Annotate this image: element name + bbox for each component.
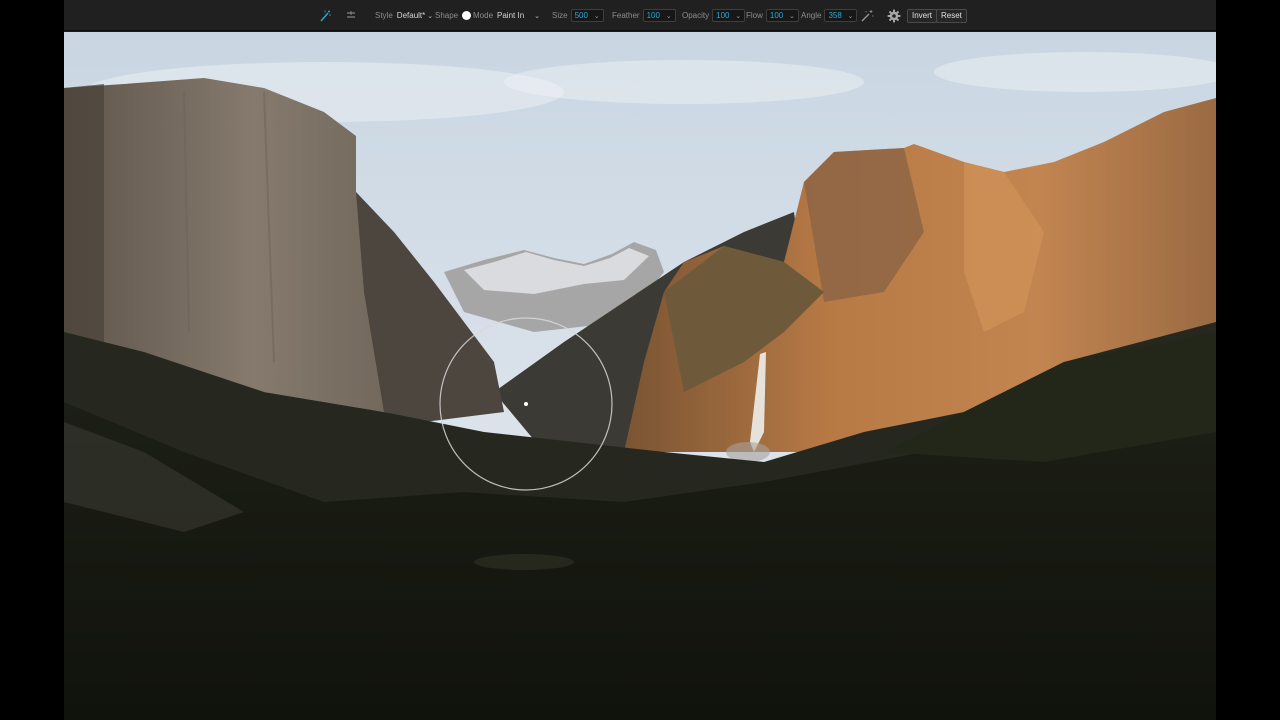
opacity-value: 100 bbox=[716, 11, 730, 20]
angle-value: 358 bbox=[828, 11, 842, 20]
chevron-down-icon: ⌄ bbox=[427, 12, 434, 20]
flow-label: Flow bbox=[746, 11, 763, 20]
chevron-down-icon[interactable]: ⌄ bbox=[735, 12, 741, 20]
brush-settings-button[interactable] bbox=[887, 0, 901, 31]
opacity-control: Opacity 100 ⌄ bbox=[682, 0, 746, 31]
chevron-down-icon: ⌄ bbox=[534, 12, 541, 20]
feather-label: Feather bbox=[612, 11, 640, 20]
invert-button[interactable]: Invert bbox=[907, 8, 938, 23]
feather-value: 100 bbox=[646, 11, 660, 20]
brush-toolbar: Style Default* ⌄ Shape Mode Paint In ⌄ S… bbox=[64, 0, 1216, 31]
flow-control: Flow 100 ⌄ bbox=[746, 0, 799, 31]
size-input[interactable]: 500 ⌄ bbox=[570, 9, 604, 22]
reset-button-wrap: Reset bbox=[936, 0, 967, 31]
angle-label: Angle bbox=[801, 11, 822, 20]
chevron-down-icon[interactable]: ⌄ bbox=[789, 12, 795, 20]
mode-dropdown[interactable]: Paint In bbox=[497, 11, 524, 20]
split-view-icon bbox=[347, 10, 355, 17]
flow-value: 100 bbox=[769, 11, 784, 20]
chevron-down-icon[interactable]: ⌄ bbox=[848, 12, 854, 20]
compare-tool-button[interactable] bbox=[344, 0, 358, 31]
photo-canvas[interactable] bbox=[64, 32, 1216, 720]
chevron-down-icon[interactable]: ⌄ bbox=[666, 12, 672, 20]
style-control[interactable]: Style Default* ⌄ bbox=[375, 0, 433, 31]
shape-control[interactable]: Shape bbox=[435, 0, 475, 31]
magic-wand-icon bbox=[861, 9, 874, 21]
style-dropdown[interactable]: Default* bbox=[397, 11, 425, 20]
angle-control: Angle 358 ⌄ bbox=[801, 0, 858, 31]
flow-input[interactable]: 100 ⌄ bbox=[765, 9, 799, 22]
feather-control: Feather 100 ⌄ bbox=[612, 0, 676, 31]
mode-control[interactable]: Mode Paint In ⌄ bbox=[473, 0, 540, 31]
magic-brush-icon bbox=[320, 10, 331, 21]
opacity-input[interactable]: 100 ⌄ bbox=[712, 9, 746, 22]
app-window: Style Default* ⌄ Shape Mode Paint In ⌄ S… bbox=[64, 0, 1216, 720]
chevron-down-icon[interactable]: ⌄ bbox=[594, 12, 600, 20]
mountain-valley-photo bbox=[64, 32, 1216, 720]
invert-button-wrap: Invert bbox=[907, 0, 938, 31]
size-value: 500 bbox=[574, 11, 588, 20]
angle-input[interactable]: 358 ⌄ bbox=[824, 9, 858, 22]
mode-label: Mode bbox=[473, 11, 494, 20]
size-label: Size bbox=[552, 11, 568, 20]
auto-mask-button[interactable] bbox=[860, 0, 874, 31]
opacity-label: Opacity bbox=[682, 11, 710, 20]
brush-tool-button[interactable] bbox=[318, 0, 332, 31]
size-control: Size 500 ⌄ bbox=[552, 0, 604, 31]
round-shape-icon[interactable] bbox=[462, 11, 472, 20]
style-label: Style bbox=[375, 11, 393, 20]
reset-button[interactable]: Reset bbox=[936, 8, 967, 23]
gear-icon bbox=[887, 9, 901, 22]
shape-label: Shape bbox=[435, 11, 459, 20]
feather-input[interactable]: 100 ⌄ bbox=[642, 9, 676, 22]
